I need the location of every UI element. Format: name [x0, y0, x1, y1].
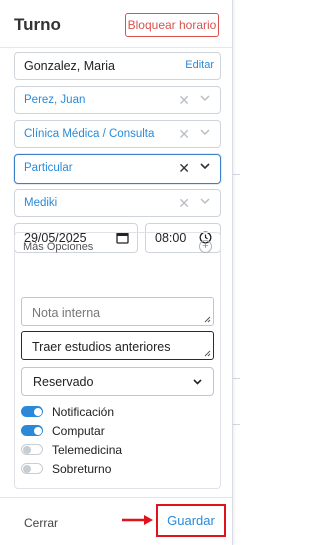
background-divider	[232, 424, 240, 425]
service-select[interactable]: Clínica Médica / Consulta ✕	[14, 120, 221, 148]
resize-grip-icon[interactable]	[204, 316, 211, 323]
block-schedule-button[interactable]: Bloquear horario	[125, 13, 219, 37]
toggle-label: Computar	[52, 424, 105, 438]
close-button[interactable]: Cerrar	[24, 516, 58, 530]
clear-icon[interactable]: ✕	[178, 160, 190, 177]
instructions-value: Traer estudios anteriores	[32, 340, 171, 354]
plan-value: Mediki	[24, 197, 58, 209]
coverage-select[interactable]: Particular ✕	[14, 154, 221, 184]
toggle-label: Telemedicina	[52, 443, 123, 457]
panel-footer: Cerrar Guardar	[0, 497, 232, 545]
internal-note-placeholder: Nota interna	[32, 306, 101, 320]
service-value: Clínica Médica / Consulta	[24, 128, 155, 140]
red-arrow-annotation-icon	[122, 515, 153, 525]
chevron-down-icon[interactable]	[198, 125, 212, 139]
toggle-label: Notificación	[52, 405, 115, 419]
more-options-title: Más Opciones	[23, 241, 94, 253]
edit-patient-link[interactable]: Editar	[185, 59, 214, 71]
professional-select[interactable]: Perez, Juan ✕	[14, 86, 221, 114]
chevron-down-icon[interactable]	[198, 194, 212, 208]
patient-name: Gonzalez, Maria	[24, 59, 116, 73]
toggle-switch[interactable]	[21, 444, 43, 455]
clear-icon[interactable]: ✕	[178, 126, 190, 143]
save-button[interactable]: Guardar	[156, 504, 226, 537]
chevron-down-icon	[193, 379, 202, 385]
toggle-label: Sobreturno	[52, 462, 112, 476]
more-options-section: Más Opciones + Nota interna Traer estudi…	[14, 232, 221, 489]
clear-icon[interactable]: ✕	[178, 195, 190, 212]
background-divider	[232, 174, 240, 175]
internal-note-field[interactable]: Nota interna	[21, 297, 214, 326]
background-divider	[232, 378, 240, 379]
professional-value: Perez, Juan	[24, 94, 86, 106]
chevron-down-icon[interactable]	[198, 91, 212, 105]
resize-grip-icon[interactable]	[204, 350, 211, 357]
chevron-down-icon[interactable]	[198, 159, 212, 173]
clear-icon[interactable]: ✕	[178, 92, 190, 109]
toggle-switch[interactable]	[21, 425, 43, 436]
toggle-switch[interactable]	[21, 463, 43, 474]
panel-header: Turno Bloquear horario	[0, 0, 232, 48]
background-page-edge	[232, 0, 240, 545]
plan-select[interactable]: Mediki ✕	[14, 189, 221, 217]
status-value: Reservado	[33, 375, 94, 389]
status-select[interactable]: Reservado	[21, 367, 214, 396]
patient-field[interactable]: Gonzalez, Maria Editar	[14, 52, 221, 80]
appointment-panel: Turno Bloquear horario Gonzalez, Maria E…	[0, 0, 233, 545]
instructions-field[interactable]: Traer estudios anteriores	[21, 331, 214, 360]
toggle-switch[interactable]	[21, 406, 43, 417]
coverage-value: Particular	[24, 162, 73, 174]
panel-title: Turno	[14, 15, 61, 34]
plus-circle-icon[interactable]: +	[199, 240, 212, 253]
